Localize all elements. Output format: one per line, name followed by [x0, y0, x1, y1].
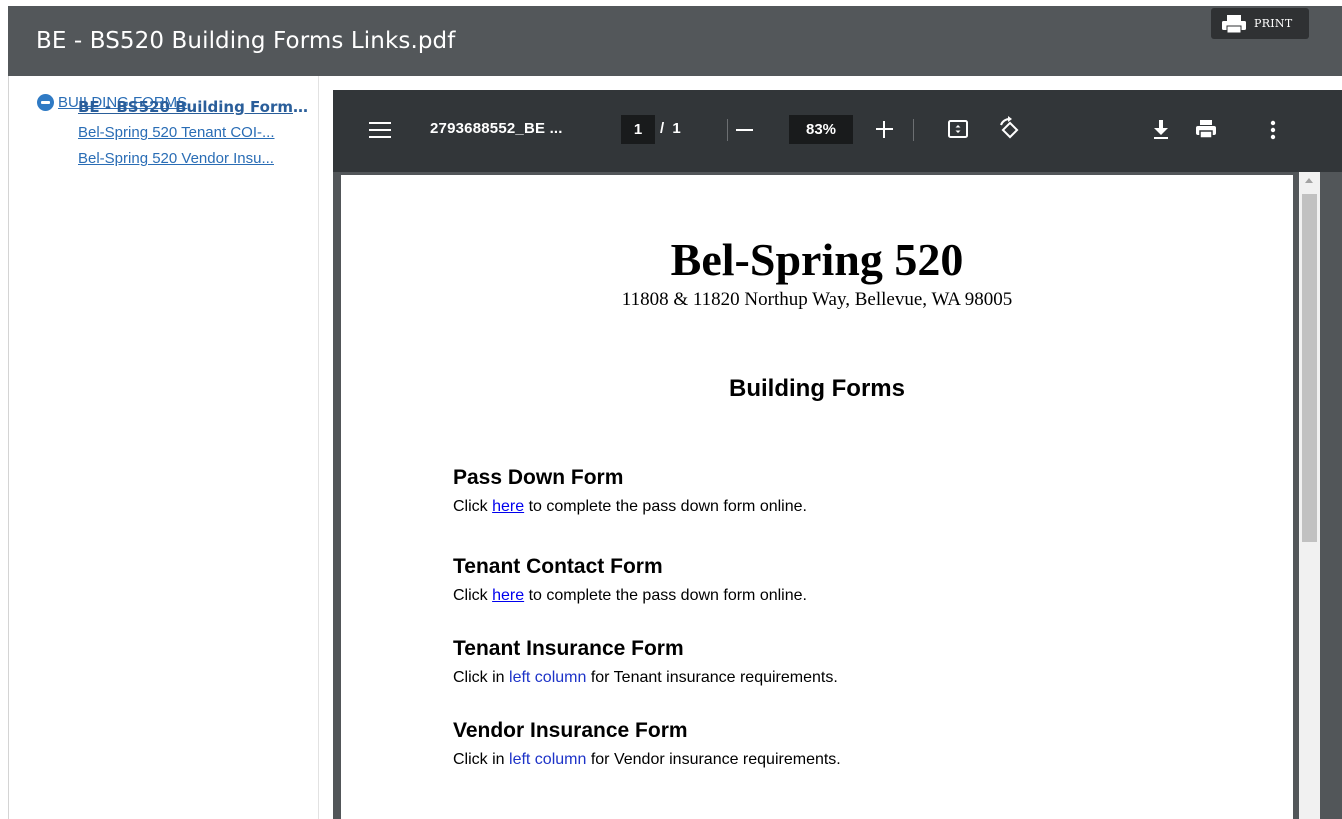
section-body: Click in left column for Vendor insuranc…	[453, 751, 841, 769]
zoom-out-icon[interactable]	[736, 129, 753, 131]
rotate-icon[interactable]	[996, 116, 1022, 146]
section-text: Click	[453, 498, 493, 515]
section-body: Click in left column for Tenant insuranc…	[453, 669, 838, 687]
toolbar-separator	[913, 119, 914, 141]
pdf-toolbar: 2793688552_BE ... 1 / 1 83%	[333, 90, 1342, 172]
download-icon[interactable]	[1151, 118, 1171, 144]
more-vert-icon[interactable]	[1270, 119, 1276, 145]
hamburger-menu-icon[interactable]	[369, 120, 391, 140]
printer-icon[interactable]	[1194, 118, 1218, 144]
section-text: Click	[453, 587, 493, 604]
pass-down-form-link[interactable]: here	[492, 498, 524, 515]
toolbar-separator	[727, 119, 728, 141]
page-number-input[interactable]: 1	[621, 115, 655, 144]
vertical-scrollbar[interactable]	[1299, 172, 1320, 819]
scroll-up-icon[interactable]	[1305, 178, 1313, 183]
left-column-text: left column	[509, 751, 587, 768]
pdf-page: Bel-Spring 520 11808 & 11820 Northup Way…	[341, 175, 1293, 819]
document-address: 11808 & 11820 Northup Way, Bellevue, WA …	[621, 289, 1013, 310]
section-heading: Tenant Insurance Form	[453, 637, 684, 660]
section-text: for Tenant insurance requirements.	[586, 669, 838, 686]
sidebar-item-tenant-coi[interactable]: Bel-Spring 520 Tenant COI-...	[78, 124, 314, 141]
pdf-file-name: 2793688552_BE ...	[430, 120, 563, 137]
print-button[interactable]: PRINT	[1211, 8, 1309, 39]
document-subtitle: Building Forms	[729, 375, 905, 402]
printer-icon	[1221, 14, 1247, 34]
section-body: Click here to complete the pass down for…	[453, 587, 807, 605]
section-heading: Tenant Contact Form	[453, 555, 663, 578]
minus-circle-icon[interactable]	[37, 94, 54, 111]
scrollbar-thumb[interactable]	[1302, 194, 1317, 542]
sidebar-item-building-forms[interactable]: BE - BS520 Building Forms Links.pdf	[78, 98, 314, 116]
page-title: BE - BS520 Building Forms Links.pdf	[36, 28, 456, 54]
section-text: Click in	[453, 669, 510, 686]
sidebar: BUILDING FORMS BE - BS520 Building Forms…	[9, 76, 319, 819]
section-text: Click in	[453, 751, 510, 768]
left-column-text: left column	[509, 669, 587, 686]
app-header: BE - BS520 Building Forms Links.pdf PRIN…	[8, 6, 1342, 76]
document-title: Bel-Spring 520	[670, 234, 964, 285]
fit-to-page-icon[interactable]	[947, 118, 969, 144]
section-body: Click here to complete the pass down for…	[453, 498, 807, 516]
print-label: PRINT	[1254, 17, 1293, 30]
zoom-input[interactable]: 83%	[789, 115, 853, 144]
section-heading: Vendor Insurance Form	[453, 719, 688, 742]
sidebar-item-vendor-insurance[interactable]: Bel-Spring 520 Vendor Insu...	[78, 150, 314, 167]
section-heading: Pass Down Form	[453, 466, 624, 489]
section-text: to complete the pass down form online.	[524, 498, 807, 515]
zoom-in-icon[interactable]	[876, 121, 893, 138]
page-total: / 1	[660, 120, 683, 137]
tenant-contact-form-link[interactable]: here	[492, 587, 524, 604]
section-text: to complete the pass down form online.	[524, 587, 807, 604]
section-text: for Vendor insurance requirements.	[586, 751, 841, 768]
